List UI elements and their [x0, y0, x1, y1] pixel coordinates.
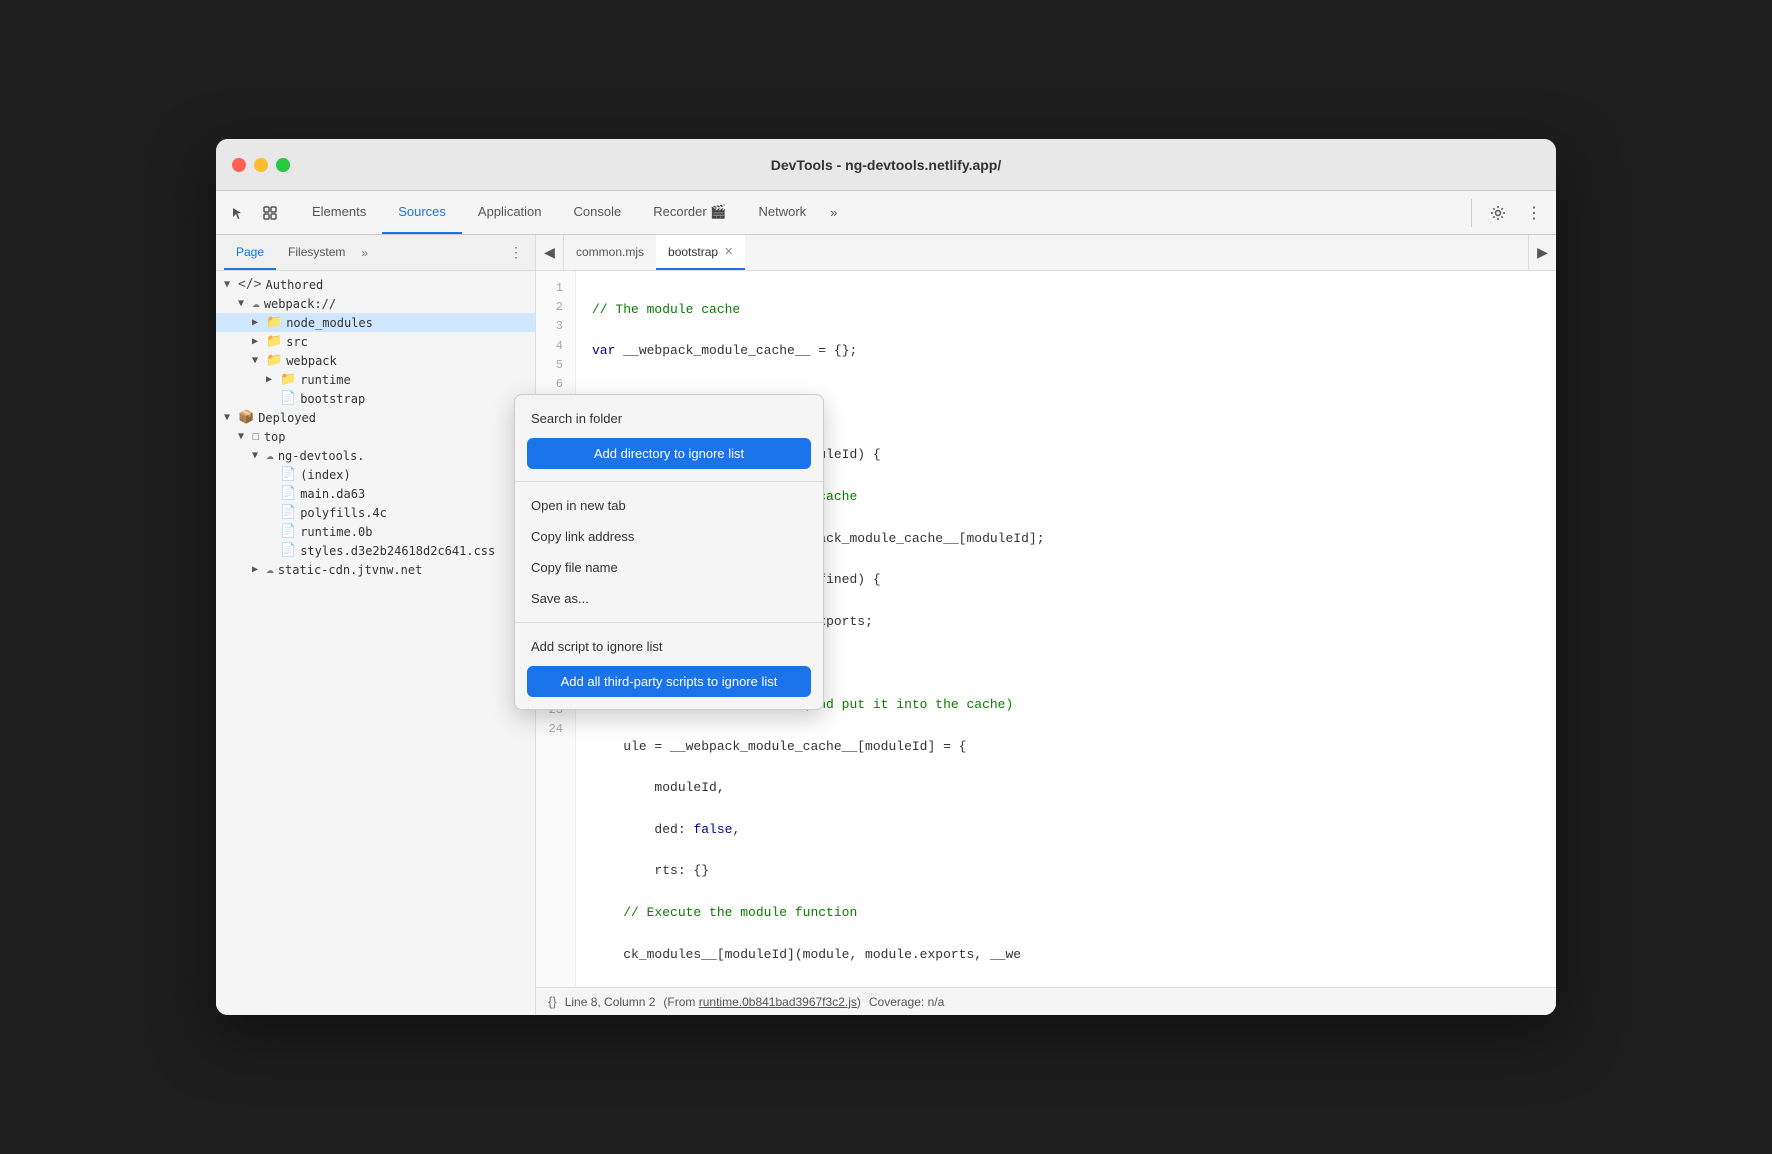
devtools-window: DevTools - ng-devtools.netlify.app/ Elem… — [216, 139, 1556, 1015]
context-search-in-folder[interactable]: Search in folder — [515, 403, 823, 434]
context-menu: Search in folder Add directory to ignore… — [514, 394, 824, 710]
context-add-directory-btn[interactable]: Add directory to ignore list — [527, 438, 811, 469]
context-add-script-ignore[interactable]: Add script to ignore list — [515, 631, 823, 662]
context-section-ignore: Add script to ignore list Add all third-… — [515, 623, 823, 709]
context-section-file: Open in new tab Copy link address Copy f… — [515, 482, 823, 623]
context-copy-link[interactable]: Copy link address — [515, 521, 823, 552]
context-copy-filename[interactable]: Copy file name — [515, 552, 823, 583]
context-open-new-tab[interactable]: Open in new tab — [515, 490, 823, 521]
context-add-all-third-party-btn[interactable]: Add all third-party scripts to ignore li… — [527, 666, 811, 697]
context-section-folder: Search in folder Add directory to ignore… — [515, 395, 823, 482]
context-menu-overlay: Search in folder Add directory to ignore… — [216, 139, 1556, 1015]
context-save-as[interactable]: Save as... — [515, 583, 823, 614]
